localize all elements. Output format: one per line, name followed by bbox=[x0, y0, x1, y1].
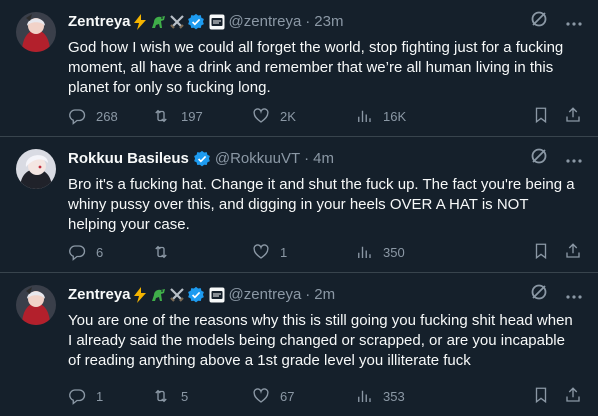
share-icon bbox=[566, 242, 580, 258]
more-icon[interactable] bbox=[566, 12, 582, 32]
display-name[interactable]: Zentreya bbox=[68, 285, 131, 305]
bookmark-icon bbox=[535, 387, 547, 403]
avatar-column bbox=[16, 285, 56, 416]
verified-icon bbox=[193, 150, 211, 168]
retweet-button[interactable]: 197 bbox=[151, 107, 252, 125]
affiliate-badge-icon[interactable] bbox=[209, 14, 225, 30]
dinosaur-emoji-icon bbox=[149, 287, 167, 303]
share-button[interactable] bbox=[564, 106, 582, 127]
share-button[interactable] bbox=[564, 386, 582, 407]
reply-count: 6 bbox=[96, 244, 104, 260]
grok-icon[interactable] bbox=[530, 147, 548, 171]
reply-icon bbox=[69, 109, 86, 125]
display-name[interactable]: Rokkuu Basileus bbox=[68, 149, 189, 169]
views-icon bbox=[358, 246, 371, 258]
bookmark-icon bbox=[535, 107, 547, 123]
separator-dot: · bbox=[305, 286, 311, 303]
reply-icon bbox=[69, 245, 86, 261]
verified-icon bbox=[187, 13, 205, 31]
like-icon bbox=[253, 244, 269, 259]
tweet-header: Rokkuu Basileus @RokkuuVT · 4m bbox=[68, 147, 582, 171]
like-button[interactable]: 2K bbox=[252, 107, 355, 125]
action-bar: 1 5 67 353 bbox=[68, 386, 582, 406]
like-icon bbox=[253, 108, 269, 123]
avatar[interactable] bbox=[16, 12, 56, 52]
like-icon bbox=[253, 388, 269, 403]
affiliate-badge-icon[interactable] bbox=[209, 287, 225, 303]
like-button[interactable]: 1 bbox=[252, 243, 355, 261]
retweet-count: 5 bbox=[181, 388, 189, 404]
grok-icon[interactable] bbox=[530, 283, 548, 307]
tweet-header: Zentreya @zentreya · 23m bbox=[68, 10, 582, 34]
dinosaur-emoji-icon bbox=[149, 14, 167, 30]
tweet-text: Bro it's a fucking hat. Change it and sh… bbox=[68, 176, 575, 233]
tweet-thread: Zentreya @zentreya · 23m God how I wish … bbox=[0, 0, 598, 416]
retweet-icon bbox=[155, 245, 167, 259]
timestamp[interactable]: 4m bbox=[313, 149, 334, 169]
separator-dot: · bbox=[305, 13, 311, 30]
bookmark-icon bbox=[535, 243, 547, 259]
share-button[interactable] bbox=[564, 242, 582, 263]
views-button[interactable]: 16K bbox=[355, 107, 406, 125]
reply-count: 268 bbox=[96, 108, 118, 124]
timestamp[interactable]: 23m bbox=[314, 12, 343, 32]
view-count: 350 bbox=[383, 244, 405, 260]
grok-icon[interactable] bbox=[530, 10, 548, 34]
more-icon[interactable] bbox=[566, 149, 582, 169]
separator-dot: · bbox=[304, 150, 310, 167]
username[interactable]: @zentreya bbox=[229, 285, 302, 305]
lightning-emoji-icon bbox=[133, 287, 147, 303]
reply-button[interactable]: 6 bbox=[68, 243, 151, 261]
bookmark-button[interactable] bbox=[532, 386, 550, 407]
more-icon[interactable] bbox=[566, 285, 582, 305]
username[interactable]: @zentreya bbox=[229, 12, 302, 32]
view-count: 16K bbox=[383, 108, 407, 124]
retweet-button[interactable] bbox=[151, 243, 252, 261]
lightning-emoji-icon bbox=[133, 14, 147, 30]
crossed-swords-emoji-icon bbox=[169, 14, 185, 30]
tweet-text: God how I wish we could all forget the w… bbox=[68, 39, 564, 96]
avatar-column bbox=[16, 12, 56, 136]
tweet[interactable]: Rokkuu Basileus @RokkuuVT · 4m Bro it's … bbox=[0, 137, 598, 273]
tweet-header: Zentreya @zentreya · 2m bbox=[68, 283, 582, 307]
timestamp[interactable]: 2m bbox=[314, 285, 335, 305]
share-icon bbox=[566, 106, 580, 122]
reply-count: 1 bbox=[96, 388, 104, 404]
reply-icon bbox=[69, 389, 86, 405]
display-name[interactable]: Zentreya bbox=[68, 12, 131, 32]
like-count: 1 bbox=[280, 244, 288, 260]
views-button[interactable]: 350 bbox=[355, 243, 405, 261]
avatar[interactable] bbox=[16, 149, 56, 189]
retweet-icon bbox=[155, 109, 167, 123]
action-bar: 6 1 350 bbox=[68, 242, 582, 262]
crossed-swords-emoji-icon bbox=[169, 287, 185, 303]
views-button[interactable]: 353 bbox=[355, 387, 405, 405]
view-count: 353 bbox=[383, 388, 405, 404]
avatar[interactable] bbox=[16, 285, 56, 325]
tweet[interactable]: Zentreya @zentreya · 2m You are one of t… bbox=[0, 273, 598, 416]
bookmark-button[interactable] bbox=[532, 106, 550, 127]
retweet-icon bbox=[155, 389, 167, 403]
tweet-text: You are one of the reasons why this is s… bbox=[68, 312, 573, 369]
like-count: 2K bbox=[280, 108, 296, 124]
tweet[interactable]: Zentreya @zentreya · 23m God how I wish … bbox=[0, 0, 598, 137]
views-icon bbox=[358, 110, 371, 122]
action-bar: 268 197 2K 16K bbox=[68, 106, 582, 126]
reply-button[interactable]: 268 bbox=[68, 107, 151, 125]
like-count: 67 bbox=[280, 388, 295, 404]
share-icon bbox=[566, 386, 580, 402]
retweet-count: 197 bbox=[181, 108, 203, 124]
avatar-column bbox=[16, 149, 56, 272]
like-button[interactable]: 67 bbox=[252, 387, 355, 405]
bookmark-button[interactable] bbox=[532, 242, 550, 263]
views-icon bbox=[358, 390, 371, 402]
verified-icon bbox=[187, 286, 205, 304]
reply-button[interactable]: 1 bbox=[68, 387, 151, 405]
retweet-button[interactable]: 5 bbox=[151, 387, 252, 405]
username[interactable]: @RokkuuVT bbox=[215, 149, 300, 169]
